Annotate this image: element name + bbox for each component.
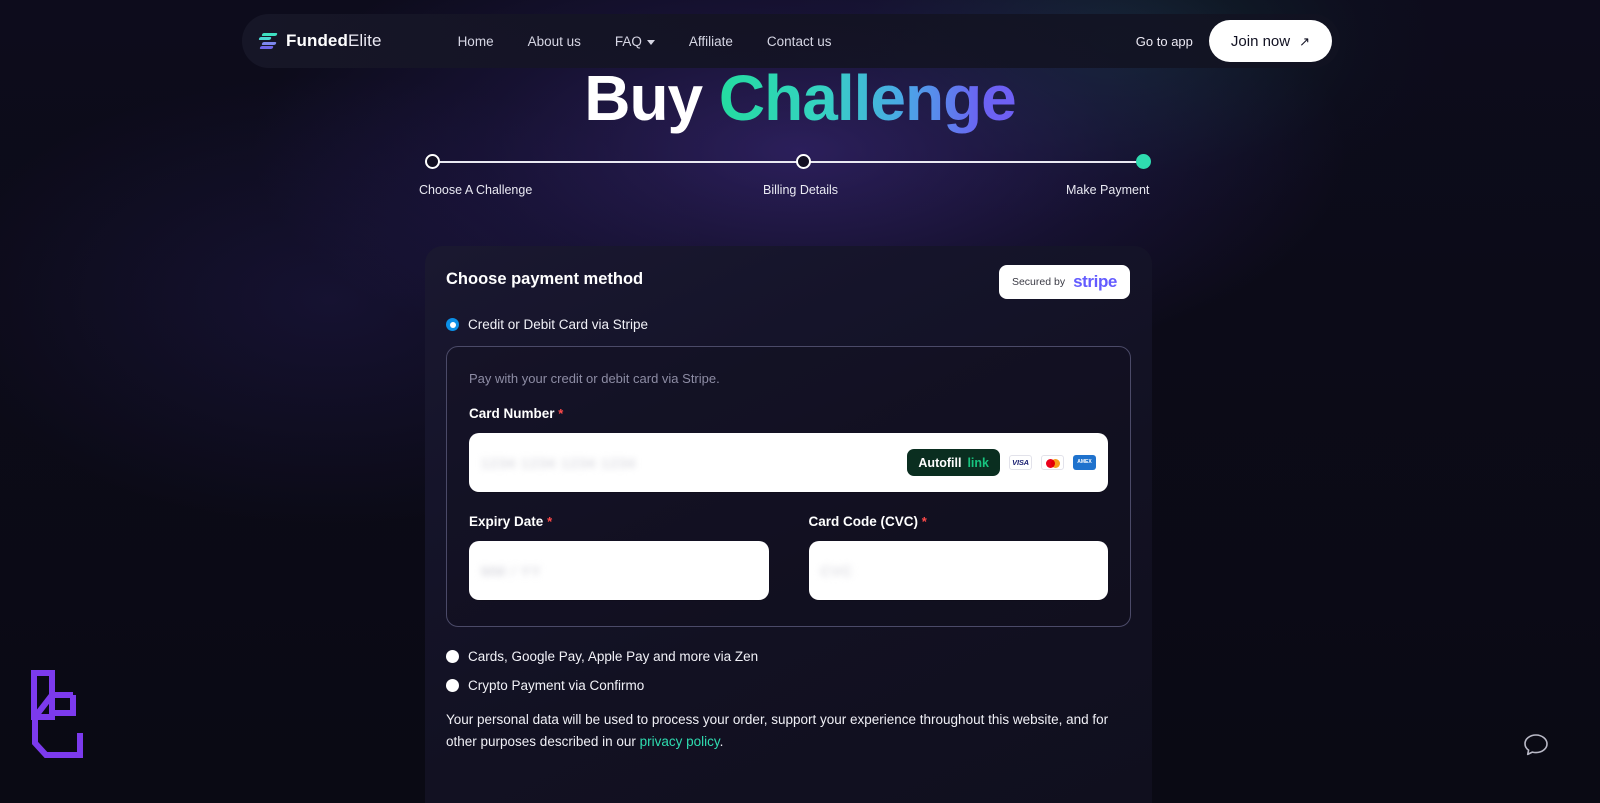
nav-item-faq-label: FAQ <box>614 33 642 49</box>
page-title-challenge: Challenge <box>718 62 1017 134</box>
brand-name-light: Elite <box>347 31 382 50</box>
cvc-label-text: Card Code (CVC) <box>808 514 919 529</box>
nav-item-home-label: Home <box>457 33 494 49</box>
radio-confirmo[interactable] <box>446 679 459 692</box>
stepper-dot-billing-details[interactable] <box>796 154 811 169</box>
expiry-date-placeholder: MM / YY <box>481 562 542 579</box>
cvc-field-group: Card Code (CVC) * CVC <box>808 514 1109 600</box>
amex-icon-text: AMEX <box>1077 459 1092 465</box>
page-root: FundedElite Home About us FAQ Affiliate … <box>0 0 1600 803</box>
card-number-required-mark: * <box>558 406 564 421</box>
stripe-wordmark: stripe <box>1073 272 1117 291</box>
expiry-date-input[interactable]: MM / YY <box>469 541 769 600</box>
nav-item-contact-us-label: Contact us <box>766 33 832 49</box>
nav-item-affiliate-label: Affiliate <box>688 33 733 49</box>
join-now-button[interactable]: Join now ↗ <box>1208 20 1332 62</box>
expiry-date-label-text: Expiry Date <box>469 514 544 529</box>
nav-item-about-us-label: About us <box>527 33 581 49</box>
secured-by-stripe-badge: Secured by stripe <box>998 265 1130 299</box>
brand-name: FundedElite <box>286 31 382 51</box>
chat-bubble-button[interactable] <box>1516 725 1556 765</box>
card-number-label: Card Number * <box>469 406 1108 421</box>
privacy-policy-link[interactable]: privacy policy <box>640 734 720 749</box>
payment-panel-header: Choose payment method Secured by stripe <box>425 246 1152 299</box>
privacy-consent-text: Your personal data will be used to proce… <box>425 709 1152 753</box>
payment-option-stripe[interactable]: Credit or Debit Card via Stripe <box>425 317 1152 332</box>
consent-text-before: Your personal data will be used to proce… <box>446 712 1109 749</box>
expiry-date-label: Expiry Date * <box>469 514 769 529</box>
radio-stripe[interactable] <box>446 318 459 331</box>
stepper-label-make-payment: Make Payment <box>1066 183 1150 197</box>
cvc-label: Card Code (CVC) * <box>809 514 1109 529</box>
cvc-required-mark: * <box>921 514 927 529</box>
nav-item-affiliate[interactable]: Affiliate <box>689 34 733 49</box>
join-now-label: Join now <box>1230 32 1291 50</box>
cvc-placeholder: CVC <box>820 562 854 579</box>
payment-option-confirmo-label: Crypto Payment via Confirmo <box>468 678 645 693</box>
brand-logo[interactable]: FundedElite <box>258 31 382 51</box>
autofill-label: Autofill <box>918 455 962 470</box>
brand-name-bold: Funded <box>286 31 348 50</box>
payment-option-zen-label: Cards, Google Pay, Apple Pay and more vi… <box>468 649 759 664</box>
expiry-required-mark: * <box>547 514 553 529</box>
mastercard-icon <box>1041 455 1064 470</box>
stepper-label-billing-details: Billing Details <box>763 183 839 197</box>
fundedelite-logo-icon <box>258 32 278 50</box>
nav-item-contact-us[interactable]: Contact us <box>767 34 832 49</box>
consent-text-after: . <box>719 734 724 749</box>
payment-option-confirmo[interactable]: Crypto Payment via Confirmo <box>425 678 1152 693</box>
amex-icon: AMEX <box>1073 455 1096 470</box>
radio-zen[interactable] <box>446 650 459 663</box>
stepper-track <box>433 161 1143 163</box>
lc-monogram-watermark-icon <box>28 665 94 761</box>
visa-icon-text: VISA <box>1012 458 1029 467</box>
expiry-cvc-row: Expiry Date * MM / YY Card Code (CVC) * … <box>469 514 1108 600</box>
nav-actions: Go to app Join now ↗ <box>1136 20 1332 62</box>
card-number-adornments: Autofill link VISA AMEX <box>907 449 1096 476</box>
card-number-input[interactable]: 1234 1234 1234 1234 Autofill link VISA A… <box>469 433 1108 492</box>
stepper-dot-choose-a-challenge[interactable] <box>425 154 440 169</box>
page-title: Buy Challenge <box>0 62 1600 134</box>
go-to-app-link[interactable]: Go to app <box>1136 34 1193 49</box>
page-title-buy: Buy <box>584 62 703 134</box>
cvc-input[interactable]: CVC <box>808 541 1108 600</box>
payment-method-panel: Choose payment method Secured by stripe … <box>425 246 1152 803</box>
nav-item-home[interactable]: Home <box>458 34 494 49</box>
autofill-link-button[interactable]: Autofill link <box>907 449 1000 476</box>
card-number-placeholder: 1234 1234 1234 1234 <box>481 454 637 471</box>
arrow-up-right-icon: ↗ <box>1299 33 1310 49</box>
stepper-dot-make-payment[interactable] <box>1136 154 1151 169</box>
navbar: FundedElite Home About us FAQ Affiliate … <box>242 14 1340 68</box>
secured-by-label: Secured by <box>1011 276 1066 288</box>
panel-title: Choose payment method <box>446 270 644 288</box>
nav-item-about-us[interactable]: About us <box>528 34 581 49</box>
visa-icon: VISA <box>1009 455 1032 470</box>
card-number-label-text: Card Number <box>469 406 555 421</box>
payment-option-zen[interactable]: Cards, Google Pay, Apple Pay and more vi… <box>425 649 1152 664</box>
stripe-card-form: Pay with your credit or debit card via S… <box>446 346 1131 627</box>
expiry-field-group: Expiry Date * MM / YY <box>469 514 769 600</box>
link-brand-label: link <box>967 455 989 470</box>
payment-option-stripe-label: Credit or Debit Card via Stripe <box>468 317 649 332</box>
stripe-form-note: Pay with your credit or debit card via S… <box>469 371 720 386</box>
checkout-stepper: Choose A Challenge Billing Details Make … <box>419 153 1151 203</box>
nav-item-faq[interactable]: FAQ <box>615 34 655 49</box>
stepper-label-choose-a-challenge: Choose A Challenge <box>419 183 533 197</box>
nav-links: Home About us FAQ Affiliate Contact us <box>458 34 832 49</box>
chevron-down-icon <box>646 39 655 45</box>
